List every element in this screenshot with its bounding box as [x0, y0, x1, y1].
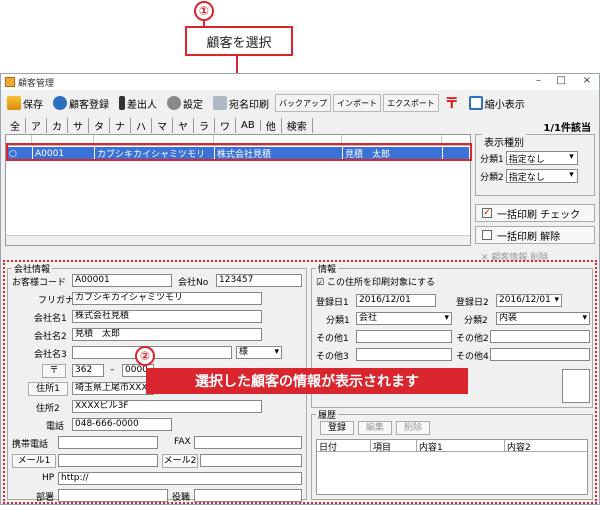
other3-field[interactable]: [356, 348, 452, 361]
tab-7[interactable]: マ: [152, 118, 173, 133]
company-name1-field[interactable]: 株式会社見積: [72, 310, 262, 323]
mail1-field[interactable]: [58, 454, 158, 467]
selected-row-highlight: [6, 143, 472, 161]
job-title-field[interactable]: [194, 489, 302, 502]
shrink-view-button[interactable]: 縮小表示: [465, 92, 529, 114]
callout-info-displayed: 選択した顧客の情報が表示されます: [146, 368, 468, 394]
callout-select-customer: 顧客を選択: [185, 26, 293, 56]
register-date2-field[interactable]: 2016/12/01: [496, 294, 562, 307]
tab-6[interactable]: ハ: [131, 118, 152, 133]
tab-12[interactable]: 他: [261, 118, 282, 133]
tab-9[interactable]: ラ: [194, 118, 215, 133]
tab-4[interactable]: タ: [89, 118, 110, 133]
bulk-print-clear-button[interactable]: 一括印刷 解除: [475, 226, 595, 244]
step-2-number: ②: [135, 346, 155, 366]
department-field[interactable]: [58, 489, 168, 502]
index-tabs: 全アカサタナハマヤラワ AB 他検索: [5, 118, 313, 133]
zip-button[interactable]: 〒: [42, 364, 66, 378]
print-target-checkbox[interactable]: ☑ この住所を印刷対象にする: [316, 275, 435, 288]
save-icon: [7, 96, 21, 110]
other4-field[interactable]: [490, 348, 590, 361]
address1-field[interactable]: 埼玉県上尾市XXX1-1: [72, 382, 154, 395]
gear-icon: [167, 96, 181, 110]
checked-icon: ☑: [316, 278, 327, 288]
tab-2[interactable]: カ: [47, 118, 68, 133]
category1-select[interactable]: 指定なし: [505, 151, 578, 165]
homepage-field[interactable]: http://: [58, 472, 302, 485]
tab-0[interactable]: 全: [5, 118, 26, 133]
memo-scrollbar[interactable]: [562, 369, 590, 403]
display-type-group: 表示種別 分類1指定なし 分類2指定なし: [475, 134, 595, 196]
tab-10[interactable]: ワ: [215, 118, 236, 133]
maximize-button[interactable]: □: [557, 75, 566, 86]
history-edit-button[interactable]: 編集: [358, 421, 392, 435]
toolbar: 保存 顧客登録 差出人 設定 宛名印刷 バックアップ インポート エクスポート …: [1, 90, 599, 116]
tab-8[interactable]: ヤ: [173, 118, 194, 133]
right-panel: 表示種別 分類1指定なし 分類2指定なし ✓一括印刷 チェック 一括印刷 解除 …: [475, 134, 595, 263]
step-1-number: ①: [194, 1, 214, 21]
tab-1[interactable]: ア: [26, 118, 47, 133]
bulk-print-check-button[interactable]: ✓ 一括印刷 チェック: [475, 204, 595, 222]
title-bar: 顧客管理 – □ ×: [1, 74, 599, 90]
unchecked-icon: [482, 230, 492, 240]
customer-window: 顧客管理 – □ × 保存 顧客登録 差出人 設定 宛名印刷 バックアップ イン…: [0, 73, 600, 505]
window-title: 顧客管理: [18, 78, 55, 89]
mobile-field[interactable]: [58, 436, 158, 449]
import-button[interactable]: インポート: [333, 94, 381, 112]
class1-select[interactable]: 会社: [356, 312, 452, 325]
address2-field[interactable]: XXXXビル3F: [72, 400, 262, 413]
history-header: 日付 項目 内容1 内容2: [317, 440, 587, 453]
tab-5[interactable]: ナ: [110, 118, 131, 133]
print-icon: [213, 96, 227, 110]
history-table: 日付 項目 内容1 内容2: [316, 439, 588, 495]
tab-3[interactable]: サ: [68, 118, 89, 133]
phone-field[interactable]: 048-666-0000: [72, 418, 172, 431]
export-button[interactable]: エクスポート: [383, 94, 439, 112]
tab-11[interactable]: AB: [236, 120, 261, 131]
minimize-button[interactable]: –: [536, 75, 541, 86]
mail2-button[interactable]: メール2: [162, 454, 198, 468]
company-name2-field[interactable]: 見積 太郎: [72, 328, 262, 341]
mail1-button[interactable]: メール1: [12, 454, 56, 468]
backup-button[interactable]: バックアップ: [275, 94, 331, 112]
other2-field[interactable]: [490, 330, 590, 343]
kana-field[interactable]: カブシキカイシャミツモリ: [72, 292, 262, 305]
other1-field[interactable]: [356, 330, 452, 343]
mail2-field[interactable]: [200, 454, 302, 467]
honorific-select[interactable]: 様: [236, 346, 282, 359]
result-count: 1/1件該当: [543, 123, 591, 134]
address-print-button[interactable]: 宛名印刷: [209, 92, 273, 114]
close-button[interactable]: ×: [583, 75, 591, 86]
settings-button[interactable]: 設定: [163, 92, 207, 114]
checked-icon: ✓: [482, 208, 492, 218]
customer-code-field[interactable]: A00001: [72, 274, 172, 287]
history-section: 履歴 登録 編集 削除 日付 項目 内容1 内容2: [311, 408, 593, 500]
register-customer-button[interactable]: 顧客登録: [49, 92, 113, 114]
class2-select[interactable]: 内装: [496, 312, 590, 325]
app-icon: [5, 77, 15, 87]
address1-button[interactable]: 住所1: [28, 382, 68, 396]
register-date1-field[interactable]: 2016/12/01: [356, 294, 436, 307]
postal-mark-button[interactable]: 〒: [441, 92, 463, 114]
horizontal-scrollbar[interactable]: [6, 235, 470, 245]
fax-field[interactable]: [194, 436, 302, 449]
history-add-button[interactable]: 登録: [320, 421, 354, 435]
category2-select[interactable]: 指定なし: [505, 169, 578, 183]
pen-icon: [119, 96, 125, 110]
tab-13[interactable]: 検索: [282, 118, 313, 133]
zip1-field[interactable]: 362: [72, 364, 104, 377]
company-no-field[interactable]: 123457: [216, 274, 302, 287]
window-icon: [468, 96, 483, 110]
user-add-icon: [53, 96, 67, 110]
sender-button[interactable]: 差出人: [115, 92, 161, 114]
history-delete-button[interactable]: 削除: [396, 421, 430, 435]
save-button[interactable]: 保存: [3, 92, 47, 114]
